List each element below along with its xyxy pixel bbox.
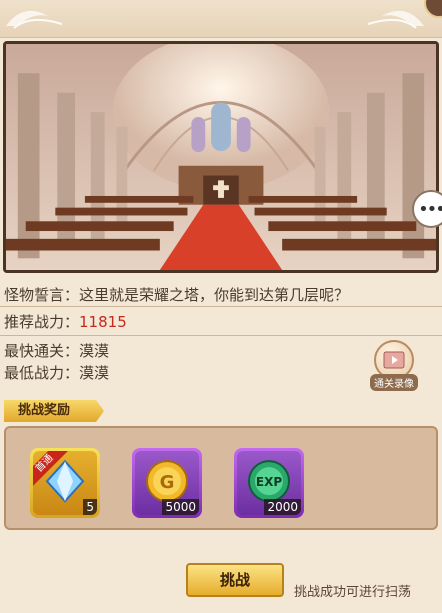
- reward-count: 2000: [264, 499, 301, 515]
- top-bar: [0, 0, 442, 38]
- exp-orb-icon: EXP: [248, 460, 290, 503]
- recommended-power-label: 推荐战力：: [4, 313, 80, 331]
- fastest-clear-label: 最快通关：: [4, 342, 80, 360]
- clear-record-label: 通关录像: [370, 374, 418, 391]
- divider: [0, 335, 442, 336]
- reward-panel: 首通 5 G 5000 EXP 2000: [4, 426, 438, 530]
- recommended-power-value: 11815: [79, 313, 127, 331]
- fastest-clear: 最快通关：漠漠: [4, 340, 109, 361]
- sweep-hint-text: 挑战成功可进行扫荡: [294, 585, 412, 600]
- clear-record-button[interactable]: 通关录像: [370, 340, 418, 392]
- challenge-button[interactable]: 挑战: [186, 563, 284, 597]
- monster-quote: 怪物誓言：这里就是荣耀之塔，你能到达第几层呢？: [4, 284, 349, 305]
- stage-scene-image: [3, 41, 439, 273]
- reward-item-exp[interactable]: EXP 2000: [234, 448, 304, 518]
- recommended-power: 推荐战力：11815: [4, 311, 127, 332]
- chat-bubble-button[interactable]: •••: [412, 190, 442, 228]
- exp-orb-glyph: EXP: [256, 475, 282, 489]
- reward-item-gold-coin[interactable]: G 5000: [132, 448, 202, 518]
- monster-quote-label: 怪物誓言：: [4, 286, 80, 304]
- gold-coin-icon: G: [146, 460, 188, 503]
- lowest-power-label: 最低战力：: [4, 364, 80, 382]
- ornament-right-icon: [367, 10, 424, 29]
- gold-coin-glyph: G: [160, 472, 175, 493]
- reward-section-title: 挑战奖励: [4, 400, 104, 422]
- ornament-left-icon: [6, 10, 63, 29]
- lowest-power: 最低战力：漠漠: [4, 362, 109, 383]
- divider: [0, 306, 442, 307]
- lowest-power-value: 漠漠: [79, 364, 110, 382]
- fastest-clear-value: 漠漠: [79, 342, 110, 360]
- monster-quote-text: 这里就是荣耀之塔，你能到达第几层呢？: [79, 286, 350, 304]
- close-button[interactable]: [424, 0, 442, 18]
- reward-count: 5: [83, 499, 97, 515]
- reward-item-crystal[interactable]: 首通 5: [30, 448, 100, 518]
- church-interior-illustration: [6, 44, 436, 270]
- reward-count: 5000: [162, 499, 199, 515]
- ellipsis-icon: •••: [418, 198, 442, 220]
